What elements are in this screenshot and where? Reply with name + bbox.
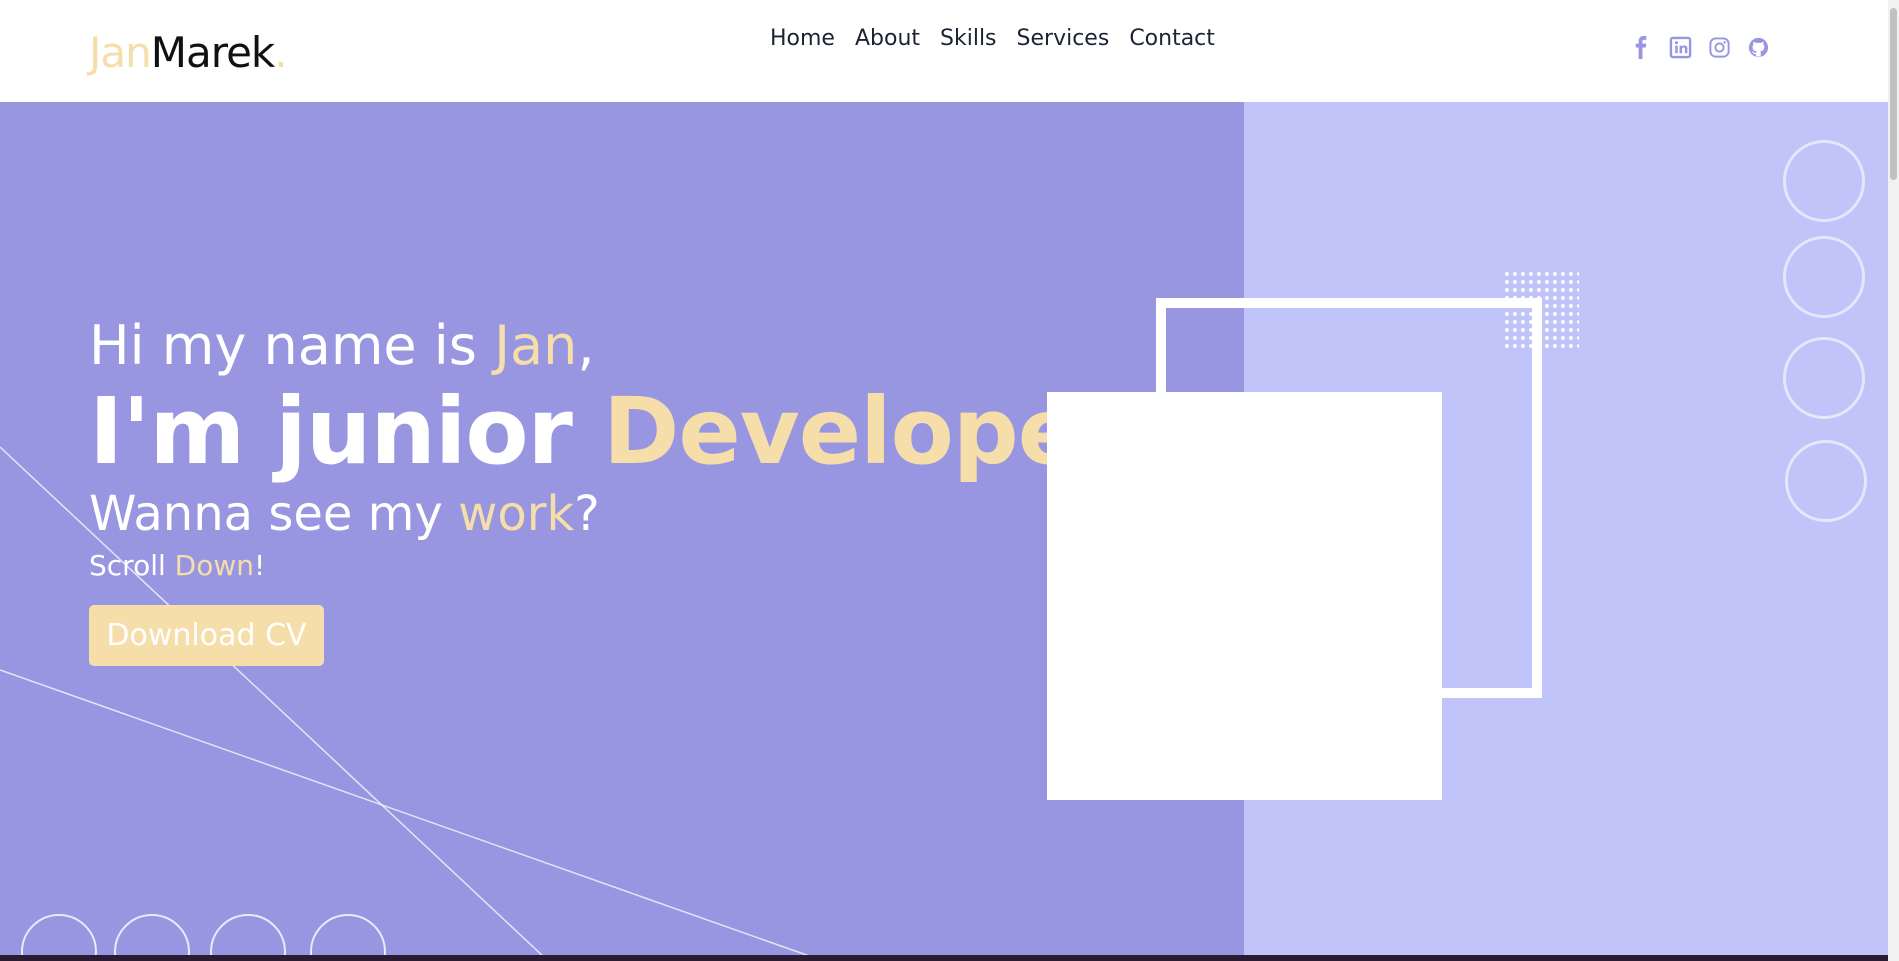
nav-about[interactable]: About	[855, 26, 920, 51]
nav-skills[interactable]: Skills	[940, 26, 997, 51]
download-cv-button[interactable]: Download CV	[89, 605, 324, 666]
nav-home[interactable]: Home	[770, 26, 835, 51]
page-scrollbar[interactable]	[1888, 0, 1899, 961]
hero-greeting-name: Jan	[494, 314, 578, 377]
decorative-circle	[1783, 236, 1865, 318]
instagram-icon[interactable]	[1708, 36, 1731, 59]
scroll-hint-accent: Down	[174, 549, 254, 582]
hero-subheadline: Wanna see my work?	[89, 486, 600, 542]
linkedin-icon[interactable]	[1669, 36, 1692, 59]
decorative-circle	[1783, 337, 1865, 419]
hero-greeting: Hi my name is Jan,	[89, 314, 595, 377]
site-logo[interactable]: JanMarek.	[89, 28, 288, 78]
profile-image-placeholder	[1047, 392, 1442, 800]
decorative-circle	[1783, 140, 1865, 222]
hero-headline: I'm junior Developer.	[89, 378, 1145, 485]
logo-last-name: Marek	[150, 28, 275, 77]
decorative-circle	[1785, 440, 1867, 522]
scrollbar-thumb[interactable]	[1890, 8, 1897, 180]
logo-first-name: Jan	[89, 28, 152, 77]
nav-contact[interactable]: Contact	[1129, 26, 1215, 51]
github-icon[interactable]	[1747, 36, 1770, 59]
hero-headline-role: Developer	[602, 378, 1111, 485]
nav-services[interactable]: Services	[1017, 26, 1110, 51]
hero-sub-accent: work	[458, 486, 575, 542]
main-nav: Home About Skills Services Contact	[770, 26, 1215, 51]
logo-dot: .	[274, 28, 287, 77]
social-links	[1630, 36, 1770, 59]
site-header: JanMarek. Home About Skills Services Con…	[0, 0, 1888, 102]
hero-intro: Hi my name is Jan, I'm junior Developer.…	[89, 310, 1145, 586]
facebook-icon[interactable]	[1630, 36, 1653, 59]
scroll-hint: Scroll Down!	[89, 549, 266, 582]
next-section-edge	[0, 955, 1888, 961]
